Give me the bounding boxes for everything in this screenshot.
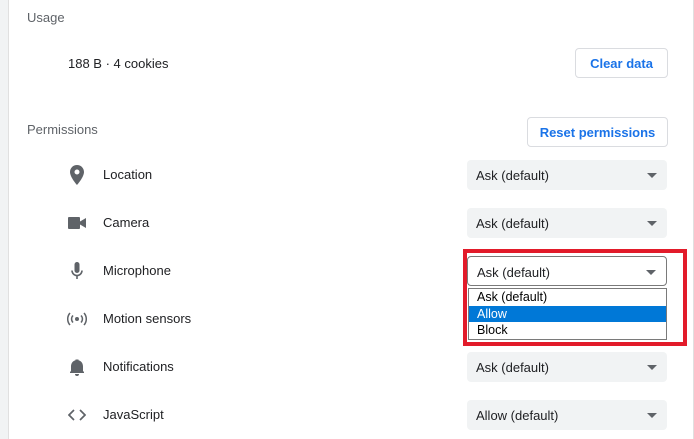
permission-label-camera: Camera <box>103 215 150 230</box>
site-settings-panel: Usage 188 B · 4 cookies Clear data Permi… <box>8 0 694 439</box>
microphone-permission-value: Ask (default) <box>477 265 550 280</box>
camera-icon <box>67 213 87 233</box>
bell-icon <box>67 357 87 377</box>
microphone-dropdown-list: Ask (default) Allow Block <box>468 288 667 340</box>
dropdown-option-ask[interactable]: Ask (default) <box>469 289 666 306</box>
dropdown-option-allow[interactable]: Allow <box>469 305 666 322</box>
permission-label-location: Location <box>103 167 153 182</box>
microphone-permission-select[interactable]: Ask (default) <box>467 256 667 286</box>
clear-data-button[interactable]: Clear data <box>575 48 668 78</box>
usage-section-title: Usage <box>27 10 65 25</box>
motion-sensors-icon <box>67 309 87 329</box>
dropdown-arrow-icon <box>647 173 657 178</box>
permission-label-notifications: Notifications <box>103 359 174 374</box>
usage-value: 188 B · 4 cookies <box>68 56 169 71</box>
permission-row-javascript: JavaScript Allow (default) <box>9 391 693 439</box>
dropdown-arrow-icon <box>647 365 657 370</box>
location-permission-select[interactable]: Ask (default) <box>467 160 667 190</box>
dropdown-arrow-icon <box>646 270 656 275</box>
permission-label-microphone: Microphone <box>103 263 171 278</box>
reset-permissions-button[interactable]: Reset permissions <box>527 117 668 147</box>
permission-row-notifications: Notifications Ask (default) <box>9 343 693 391</box>
permission-label-motion-sensors: Motion sensors <box>103 311 192 326</box>
permissions-section-title: Permissions <box>27 122 98 137</box>
javascript-permission-select[interactable]: Allow (default) <box>467 400 667 430</box>
dropdown-option-block[interactable]: Block <box>469 322 666 339</box>
location-pin-icon <box>67 165 87 185</box>
camera-permission-value: Ask (default) <box>476 216 549 231</box>
permission-label-javascript: JavaScript <box>103 407 164 422</box>
permission-row-camera: Camera Ask (default) <box>9 199 693 247</box>
notifications-permission-select[interactable]: Ask (default) <box>467 352 667 382</box>
notifications-permission-value: Ask (default) <box>476 360 549 375</box>
javascript-permission-value: Allow (default) <box>476 408 559 423</box>
location-permission-value: Ask (default) <box>476 168 549 183</box>
dropdown-arrow-icon <box>647 413 657 418</box>
microphone-icon <box>67 261 87 281</box>
permission-row-location: Location Ask (default) <box>9 151 693 199</box>
dropdown-arrow-icon <box>647 221 657 226</box>
code-brackets-icon <box>67 405 87 425</box>
camera-permission-select[interactable]: Ask (default) <box>467 208 667 238</box>
